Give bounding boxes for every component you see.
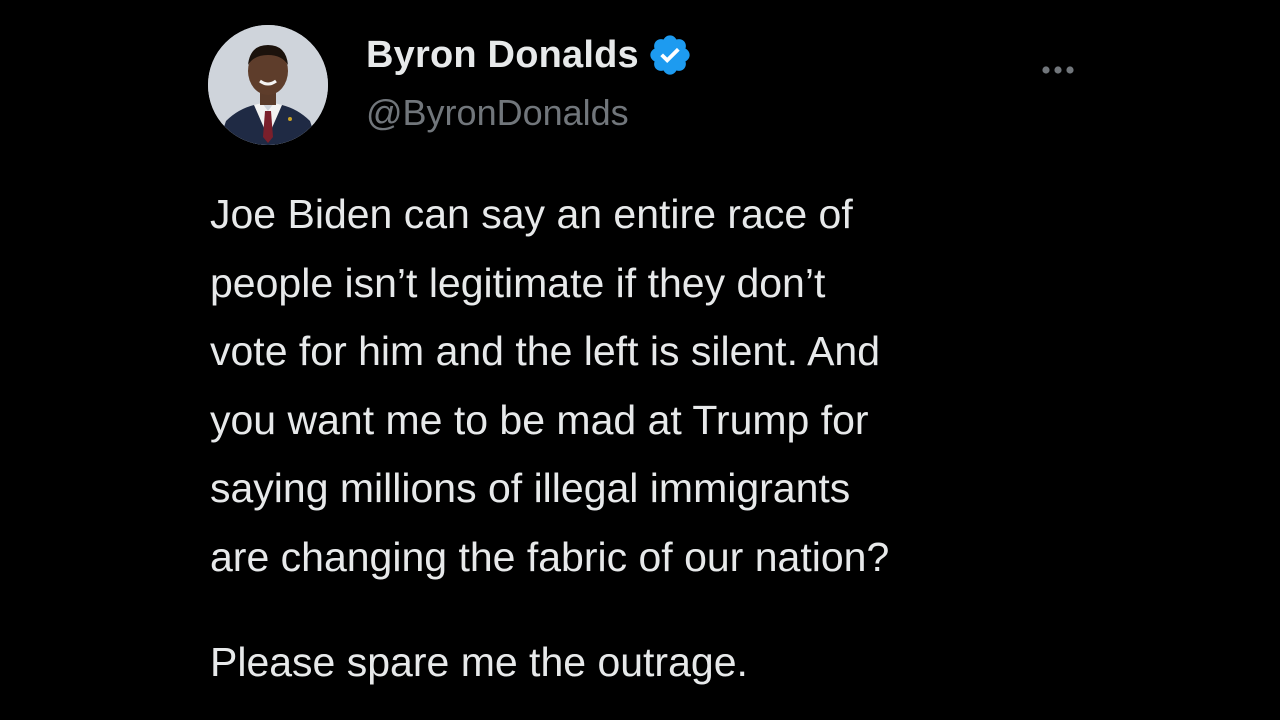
author-display-name[interactable]: Byron Donalds <box>366 34 639 77</box>
more-horizontal-icon <box>1042 66 1074 74</box>
author-handle[interactable]: @ByronDonalds <box>366 92 629 134</box>
tweet-text-line: are changing the fabric of our nation? <box>210 533 890 580</box>
tweet-text-line: you want me to be mad at Trump for <box>210 396 869 443</box>
tweet-text-line: vote for him and the left is silent. And <box>210 328 881 374</box>
verified-badge-icon[interactable] <box>647 32 693 78</box>
tweet-text-line: saying millions of illegal immigrants <box>210 465 851 511</box>
avatar-image <box>208 25 328 145</box>
author-name-row[interactable]: Byron Donalds <box>366 30 693 80</box>
avatar[interactable] <box>208 25 328 145</box>
tweet-text-line: Joe Biden can say an entire race of <box>210 191 853 237</box>
tweet-text-line: people isn’t legitimate if they don’t <box>210 259 826 306</box>
tweet-text: Joe Biden can say an entire race of peop… <box>210 180 1210 591</box>
more-options-button[interactable] <box>1030 52 1086 88</box>
tweet-text-paragraph-2: Please spare me the outrage. <box>210 639 748 685</box>
